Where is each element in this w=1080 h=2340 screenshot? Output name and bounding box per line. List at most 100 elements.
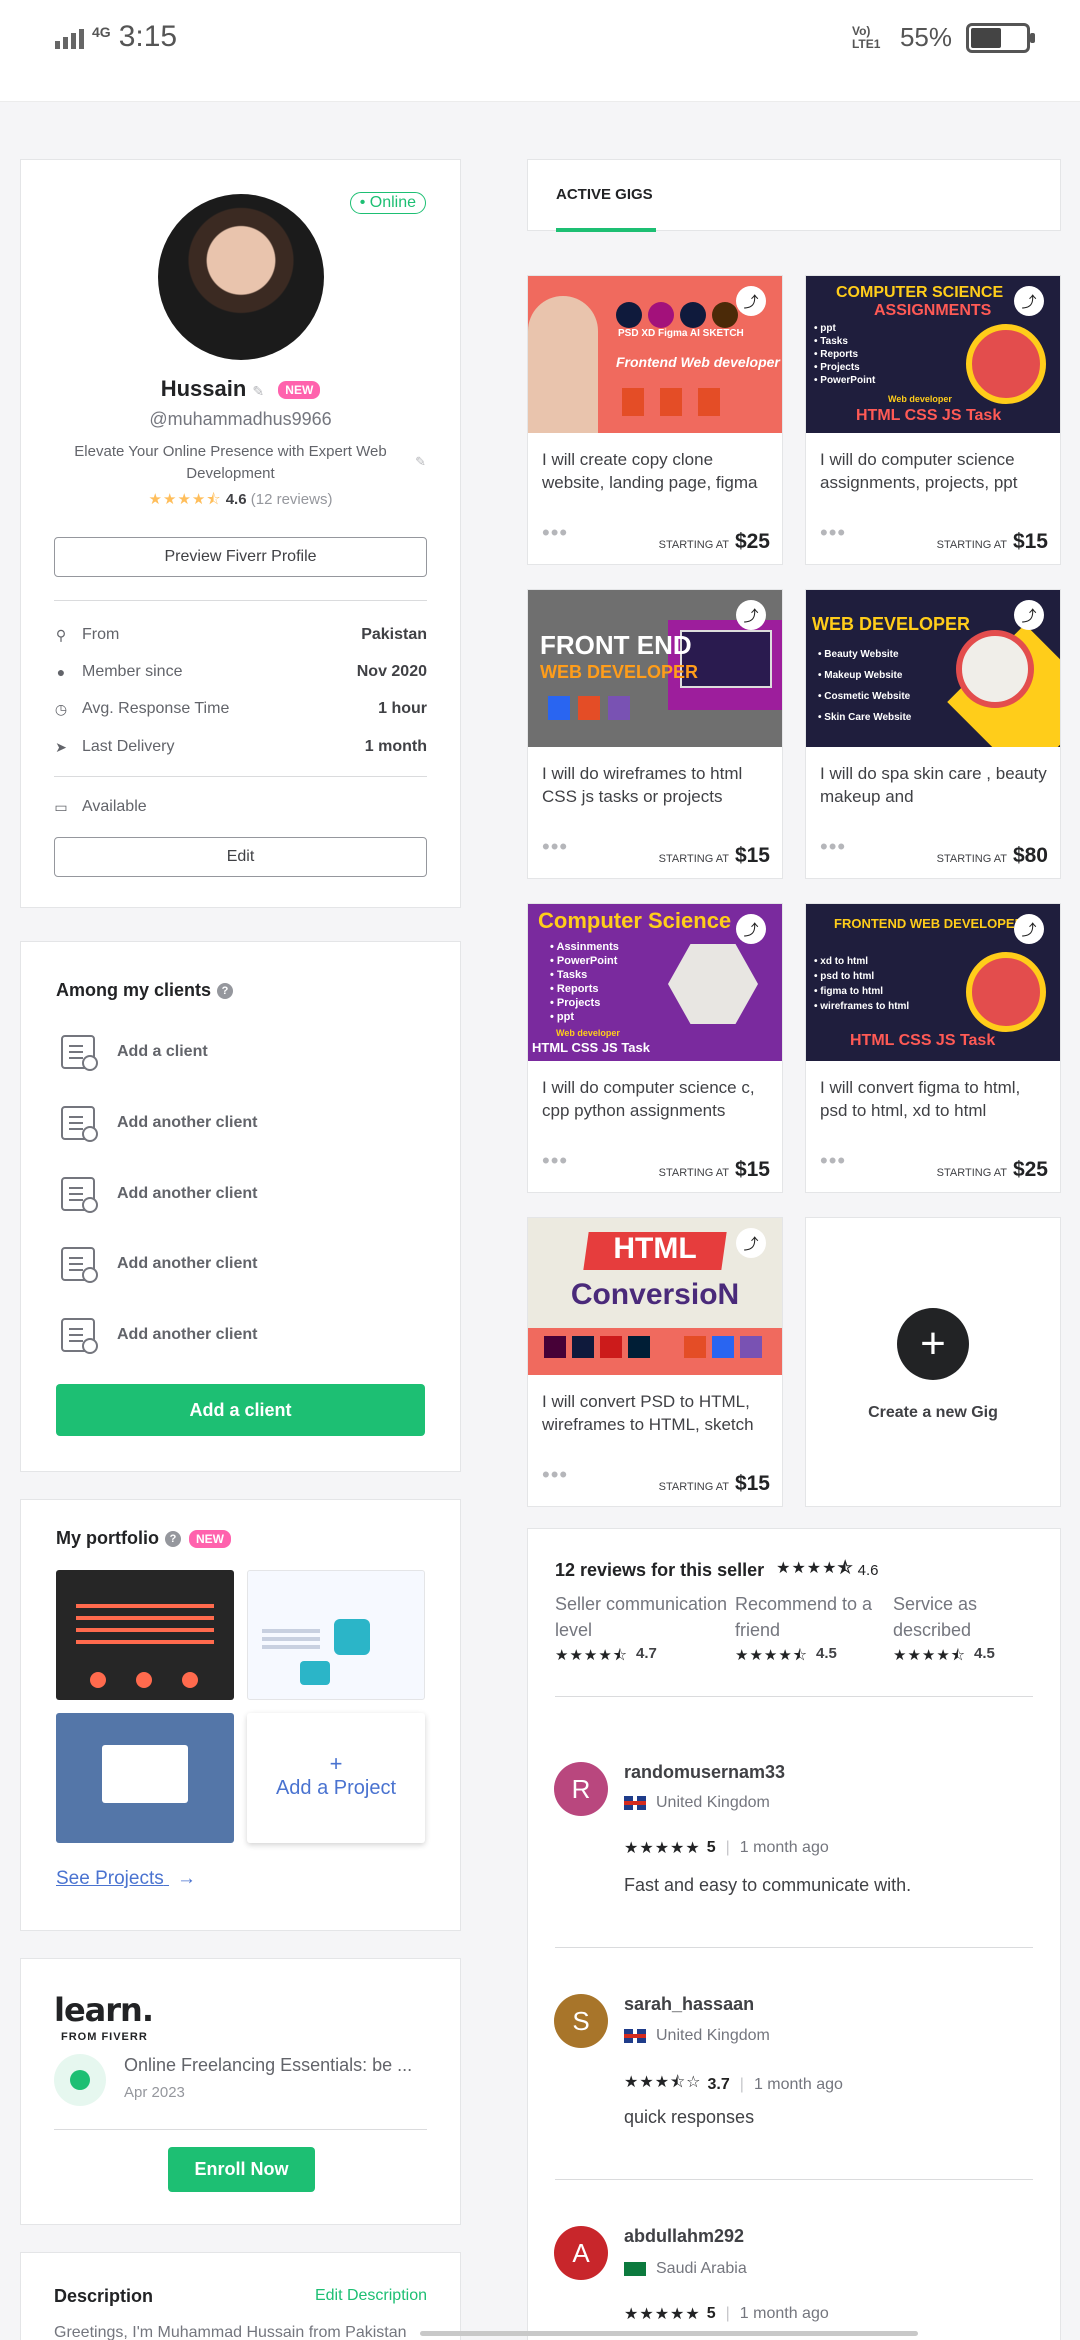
- share-icon[interactable]: ⤴: [1014, 600, 1044, 630]
- more-options-icon[interactable]: •••: [820, 520, 846, 546]
- info-value: 1 hour: [378, 700, 427, 717]
- availability-label: Available: [82, 798, 147, 815]
- divider: [54, 776, 427, 777]
- breakdown-label: Recommend to a friend: [735, 1594, 873, 1640]
- reviewer-country: Saudi Arabia: [624, 2260, 747, 2278]
- price-value: $25: [1012, 1158, 1048, 1181]
- review-time: 1 month ago: [739, 1839, 829, 1856]
- reviewer-country-label: Saudi Arabia: [656, 2260, 747, 2277]
- more-options-icon[interactable]: •••: [542, 834, 568, 860]
- add-project-label: Add a Project: [275, 1777, 397, 1799]
- client-item[interactable]: Add another client: [61, 1177, 257, 1213]
- portfolio-item[interactable]: [247, 1570, 425, 1700]
- edit-availability-button[interactable]: Edit: [54, 837, 427, 877]
- reviewer-country-label: United Kingdom: [656, 2027, 770, 2044]
- learn-logo-text: learn.: [54, 1991, 154, 2029]
- gig-card[interactable]: FRONT END WEB DEVELOPER ⤴ I will do wire…: [527, 589, 783, 879]
- reviewer-name[interactable]: randomusernam33: [624, 1762, 785, 1783]
- portfolio-item[interactable]: [56, 1570, 234, 1700]
- client-item[interactable]: Add a client: [61, 1035, 208, 1071]
- share-icon[interactable]: ⤴: [736, 1228, 766, 1258]
- more-options-icon[interactable]: •••: [542, 520, 568, 546]
- gig-card[interactable]: COMPUTER SCIENCE ASSIGNMENTS • ppt • Tas…: [805, 275, 1061, 565]
- reviewer-name[interactable]: sarah_hassaan: [624, 1994, 754, 2015]
- client-item[interactable]: Add another client: [61, 1106, 257, 1142]
- gig-thumb-list-item: • Makeup Website: [818, 670, 903, 681]
- scrollbar[interactable]: [420, 2331, 918, 2336]
- course-title[interactable]: Online Freelancing Essentials: be ...: [124, 2055, 412, 2076]
- add-project-tile[interactable]: + Add a Project: [247, 1713, 425, 1843]
- gig-thumb-list-item: • xd to html: [814, 956, 869, 967]
- create-gig-label: Create a new Gig: [868, 1404, 998, 1421]
- reviewer-avatar[interactable]: S: [554, 1994, 608, 2048]
- create-new-gig-card[interactable]: + Create a new Gig: [805, 1217, 1061, 1507]
- reviewer-avatar[interactable]: A: [554, 2226, 608, 2280]
- edit-pencil-icon[interactable]: ✎: [252, 383, 264, 399]
- volte-indicator: Vo) LTE1: [851, 23, 881, 51]
- gig-title[interactable]: I will do wireframes to html CSS js task…: [542, 762, 770, 808]
- gig-title[interactable]: I will create copy clone website, landin…: [542, 448, 770, 494]
- info-row-response-time: ◷ Avg. Response Time 1 hour: [54, 696, 427, 722]
- gig-thumb-list-item: • PowerPoint: [814, 375, 876, 386]
- gig-price: STARTING AT $15: [659, 1158, 770, 1182]
- tab-active-gigs[interactable]: ACTIVE GIGS: [556, 186, 653, 203]
- see-projects-link[interactable]: See Projects →: [56, 1868, 196, 1890]
- share-icon[interactable]: ⤴: [736, 286, 766, 316]
- battery-percent: 55%: [899, 22, 952, 52]
- share-icon[interactable]: ⤴: [1014, 286, 1044, 316]
- gig-card[interactable]: PSD XD Figma AI SKETCH Frontend Web deve…: [527, 275, 783, 565]
- reviewer-avatar[interactable]: R: [554, 1762, 608, 1816]
- breakdown-label: Seller communication level: [555, 1594, 728, 1640]
- gig-title[interactable]: I will do spa skin care , beauty makeup …: [820, 762, 1048, 808]
- gig-thumb-list-item: • Tasks: [550, 969, 588, 981]
- gig-thumb-list-item: • ppt: [814, 323, 836, 334]
- star-rating-icon: ★★★★⯪: [735, 1647, 808, 1664]
- gig-title[interactable]: I will convert PSD to HTML, wireframes t…: [542, 1390, 770, 1436]
- gig-title[interactable]: I will do computer science c, cpp python…: [542, 1076, 770, 1122]
- help-icon[interactable]: ?: [164, 1531, 181, 1548]
- gig-thumb-sub: PSD XD Figma AI SKETCH: [618, 328, 744, 339]
- review-count: (12 reviews): [250, 491, 333, 508]
- help-icon[interactable]: ?: [217, 983, 234, 1000]
- add-icon[interactable]: +: [897, 1308, 969, 1380]
- gig-thumb-sub: ConversioN: [570, 1278, 740, 1311]
- gig-title[interactable]: I will do computer science assignments, …: [820, 448, 1048, 494]
- rating-value: 4.6: [225, 491, 247, 508]
- gig-thumb-text: Frontend Web developer: [616, 354, 780, 370]
- gig-price: STARTING AT $15: [659, 844, 770, 868]
- share-icon[interactable]: ⤴: [736, 914, 766, 944]
- more-options-icon[interactable]: •••: [542, 1462, 568, 1488]
- share-icon[interactable]: ⤴: [736, 600, 766, 630]
- client-item[interactable]: Add another client: [61, 1247, 257, 1283]
- availability-row: ▭ Available: [54, 794, 427, 820]
- gig-title[interactable]: I will convert figma to html, psd to htm…: [820, 1076, 1048, 1122]
- starting-at-label: STARTING AT: [658, 1167, 729, 1179]
- network-type: 4G: [92, 24, 111, 40]
- tagline-edit-icon[interactable]: ✎: [415, 454, 426, 470]
- description-card: Description Edit Description Greetings, …: [20, 2252, 461, 2340]
- profile-card: • Online Hussain ✎ NEW @muhammadhus9966 …: [20, 159, 461, 908]
- edit-description-link[interactable]: Edit Description: [315, 2287, 427, 2305]
- gig-card[interactable]: Computer Science • Assinments • PowerPoi…: [527, 903, 783, 1193]
- review-rating-value: 3.7: [707, 2075, 730, 2093]
- price-value: $15: [1012, 530, 1048, 553]
- gig-thumb-list: • Assinments • PowerPoint • Tasks • Repo…: [550, 940, 619, 1024]
- more-options-icon[interactable]: •••: [820, 834, 846, 860]
- more-options-icon[interactable]: •••: [542, 1148, 568, 1174]
- preview-profile-button[interactable]: Preview Fiverr Profile: [54, 537, 427, 577]
- enroll-now-button[interactable]: Enroll Now: [168, 2147, 315, 2192]
- portfolio-item[interactable]: [56, 1713, 234, 1843]
- divider: [54, 2129, 427, 2130]
- reviewer-name[interactable]: abdullahm292: [624, 2226, 744, 2247]
- gig-card[interactable]: FRONTEND WEB DEVELOPER • xd to html • ps…: [805, 903, 1061, 1193]
- gig-card[interactable]: HTML ConversioN ⤴ I will convert PSD to …: [527, 1217, 783, 1507]
- gig-card[interactable]: WEB DEVELOPER • Beauty Website • Makeup …: [805, 589, 1061, 879]
- add-client-button[interactable]: Add a client: [56, 1384, 425, 1436]
- info-value: 1 month: [364, 738, 427, 755]
- client-item[interactable]: Add another client: [61, 1318, 257, 1354]
- more-options-icon[interactable]: •••: [820, 1148, 846, 1174]
- share-icon[interactable]: ⤴: [1014, 914, 1044, 944]
- review-text: quick responses: [624, 2107, 755, 2127]
- user-icon: ●: [56, 664, 66, 680]
- reviews-card: 12 reviews for this seller ★★★★⯪ 4.6 Sel…: [527, 1528, 1061, 2340]
